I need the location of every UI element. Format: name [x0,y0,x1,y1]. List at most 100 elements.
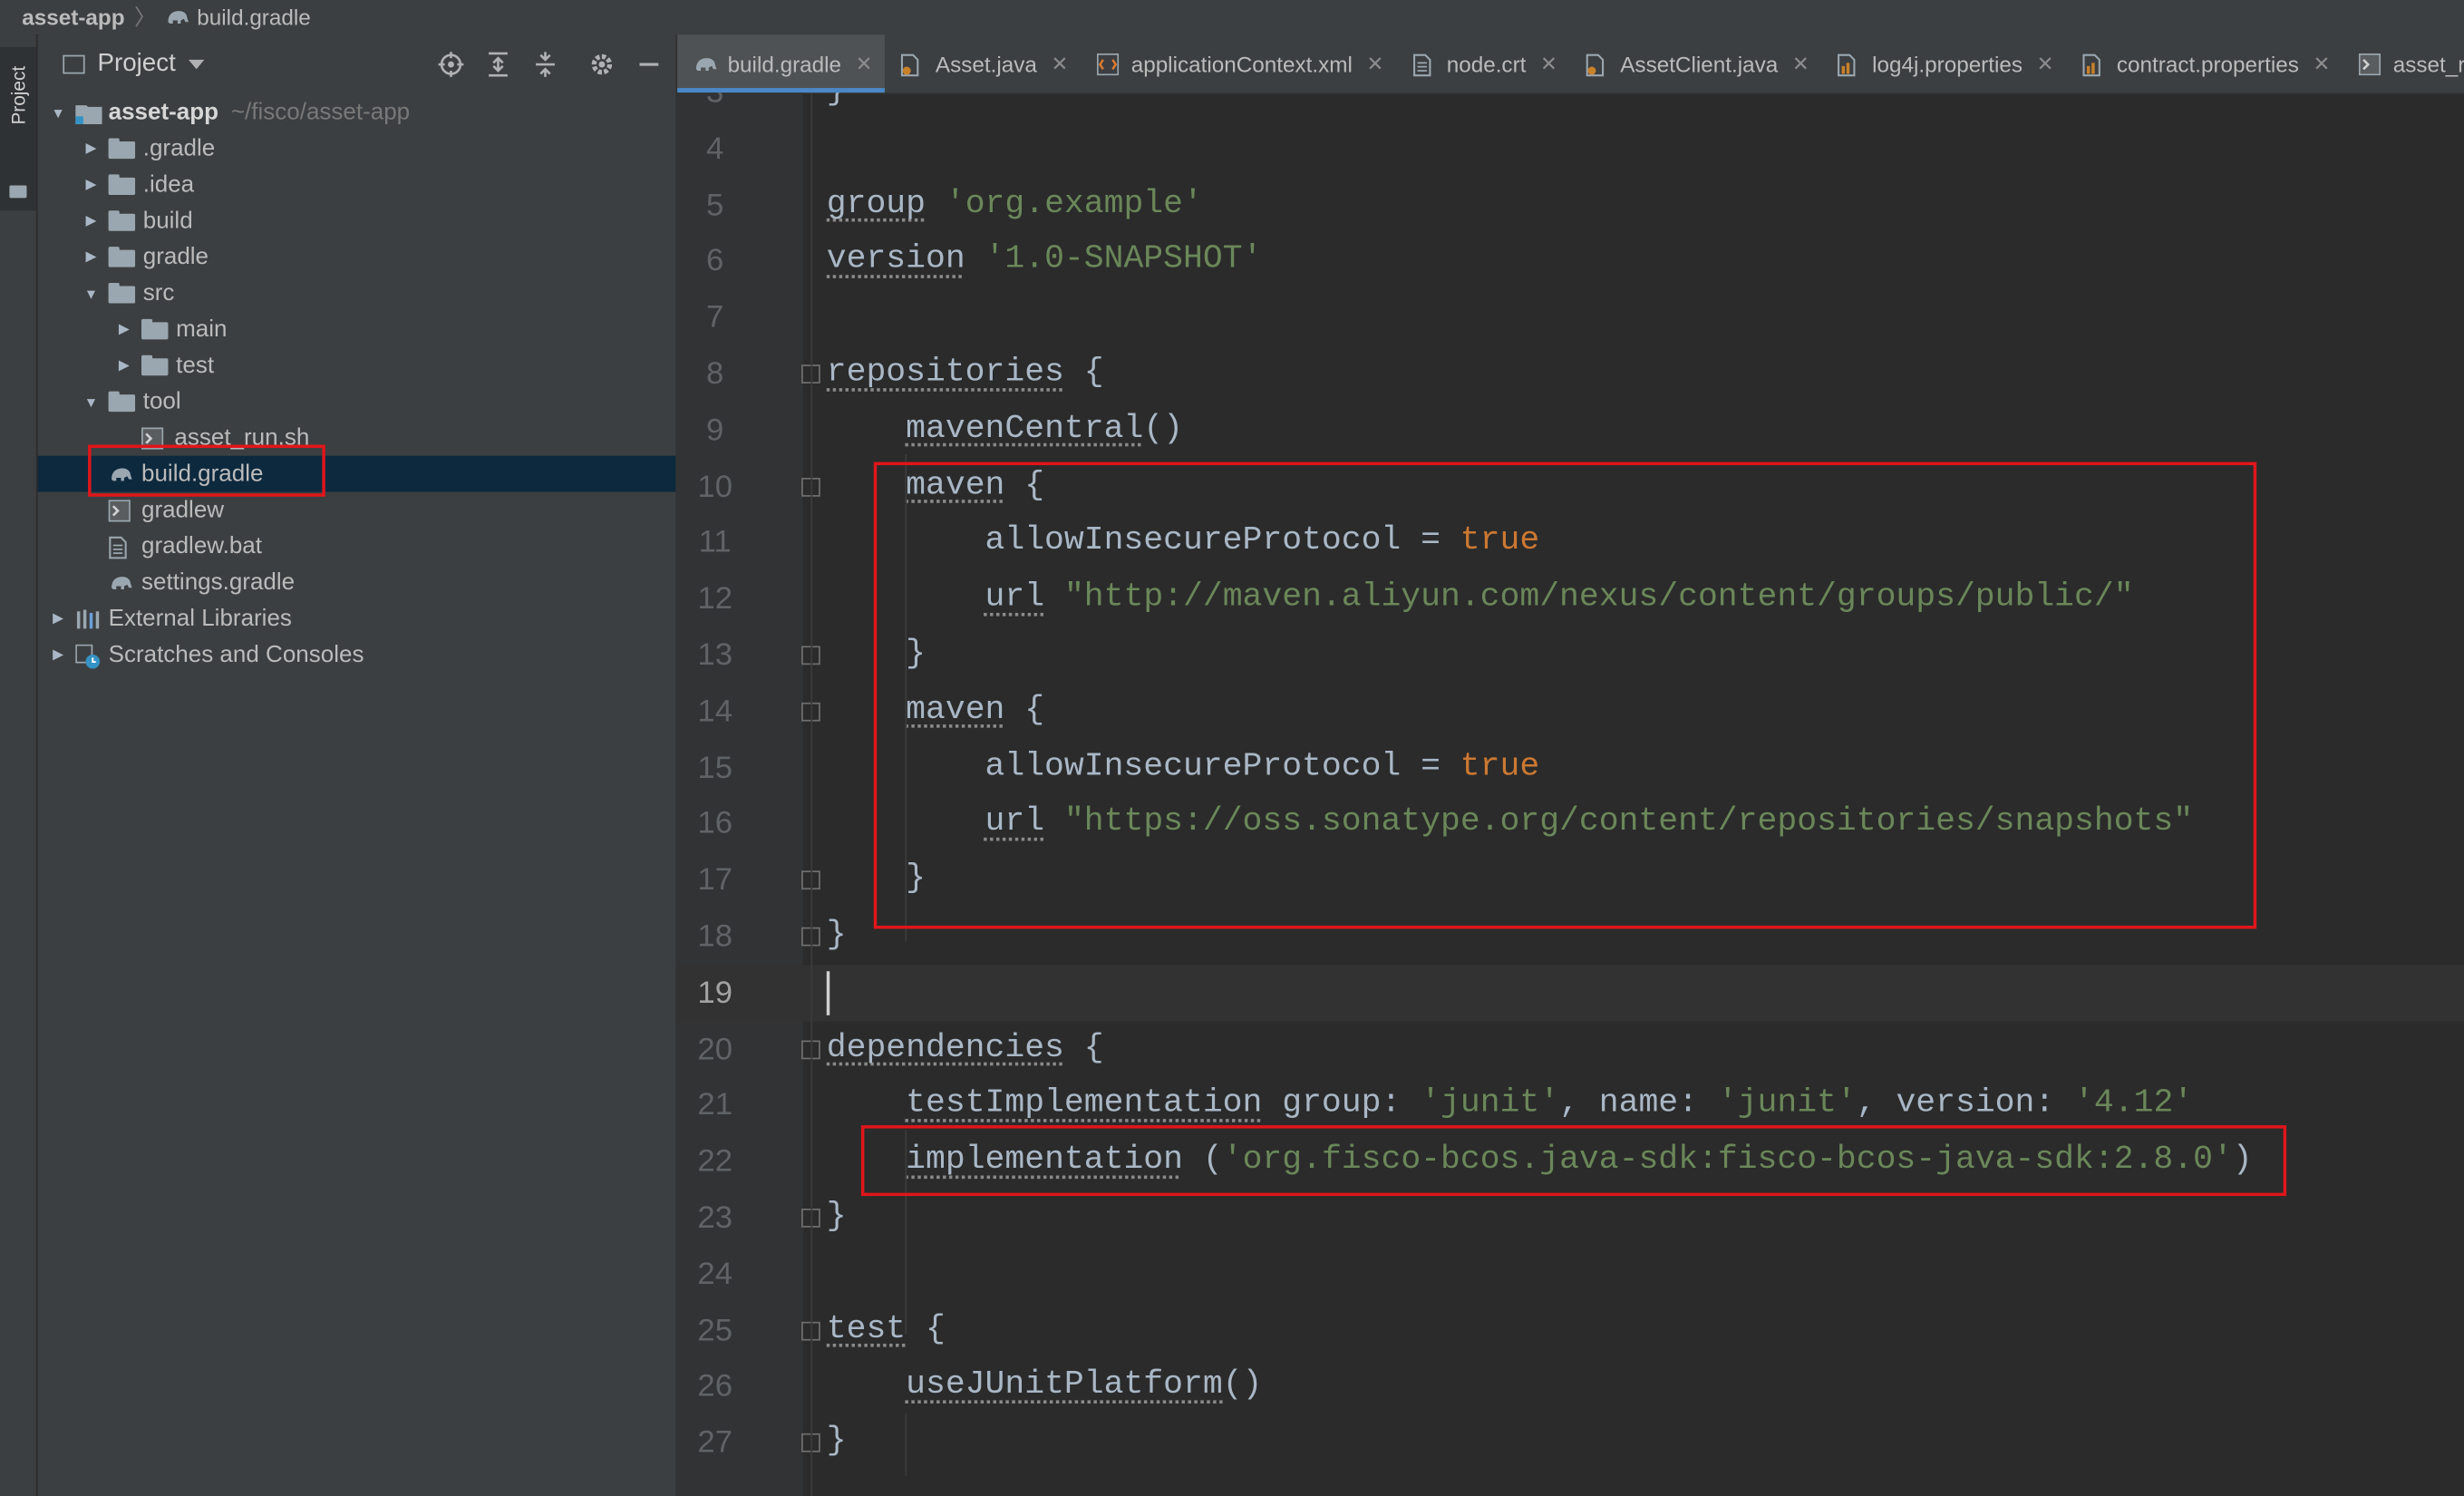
chevron-right-icon[interactable]: ▶ [50,646,65,663]
tree-item-build-gradle[interactable]: build.gradle [37,455,676,492]
breadcrumb-project[interactable]: asset-app [22,5,124,30]
chevron-down-icon[interactable]: ▼ [83,393,99,409]
code-line[interactable]: 24 [677,1246,2464,1302]
code-line[interactable]: 5 group 'org.example' [677,177,2464,233]
tab-asset-run-sh[interactable]: asset_run.sh [2343,34,2464,92]
module-folder-icon [75,102,102,124]
libraries-icon [75,607,101,629]
code-line[interactable]: 25 test { [677,1302,2464,1358]
shell-script-icon [2358,53,2381,75]
tab-log4j-properties[interactable]: log4j.properties ✕ [1822,34,2067,92]
chevron-right-icon[interactable]: ▶ [83,176,99,193]
code-line[interactable]: 3} [677,92,2464,121]
folder-icon [9,185,27,199]
code-line[interactable]: 7 [677,289,2464,345]
close-icon[interactable]: ✕ [2313,51,2330,76]
indent-guide [905,1413,907,1476]
tree-item-scratches[interactable]: ▶ Scratches and Consoles [38,636,676,673]
project-view-selector[interactable]: Project [97,50,175,78]
tab-label: node.crt [1446,51,1527,77]
collapse-all-icon[interactable] [531,50,559,78]
code-plain [1044,580,1064,617]
chevron-right-icon[interactable]: ▶ [83,140,99,157]
close-icon[interactable]: ✕ [1540,51,1557,76]
code-line[interactable]: 19 [677,964,2464,1022]
tab-asset-java[interactable]: Asset.java ✕ [885,34,1081,92]
line-number: 19 [697,976,732,1011]
code-identifier: useJUnitPlatform [906,1367,1223,1404]
code-line[interactable]: 9 mavenCentral() [677,402,2464,458]
code-line[interactable]: 20 dependencies { [677,1021,2464,1077]
chevron-down-icon[interactable]: ▼ [50,104,65,120]
code-text: allowInsecureProtocol = true [827,514,1540,570]
tree-item-label: asset-app [108,99,218,126]
tree-item-test[interactable]: ▶ test [38,347,676,384]
code-line[interactable]: 22 implementation ('org.fisco-bcos.java-… [677,1133,2464,1190]
code-line[interactable]: 26 useJUnitPlatform() [677,1358,2464,1414]
code-line[interactable]: 18} [677,908,2464,965]
close-icon[interactable]: ✕ [1366,51,1383,76]
breadcrumb-file-label: build.gradle [197,5,311,30]
code-text: allowInsecureProtocol = true [827,740,1540,796]
tree-item-gradlew-bat[interactable]: gradlew.bat [38,528,676,564]
chevron-down-icon[interactable]: ▼ [83,286,99,301]
chevron-right-icon[interactable]: ▶ [83,212,99,229]
code-line[interactable]: 10 maven { [677,458,2464,514]
chevron-down-icon[interactable] [188,59,204,70]
locate-file-icon[interactable] [437,50,465,78]
tree-item-gradle-dir[interactable]: ▶ .gradle [38,131,676,167]
code-line[interactable]: 15 allowInsecureProtocol = true [677,740,2464,796]
tree-item-main[interactable]: ▶ main [38,311,676,347]
project-view-icon [63,54,85,74]
code-line[interactable]: 8 repositories { [677,345,2464,402]
code-line[interactable]: 14 maven { [677,684,2464,740]
ide-window: asset-app 〉 build.gradle Project Project [0,0,2464,1496]
chevron-right-icon[interactable]: ▶ [83,248,99,266]
close-icon[interactable]: ✕ [1792,51,1809,76]
chevron-right-icon[interactable]: ▶ [50,610,65,627]
project-tool-button[interactable]: Project [0,47,36,211]
code-text: repositories { [827,345,1104,402]
tree-item-gradle[interactable]: ▶ gradle [38,238,676,275]
tree-item-tool[interactable]: ▼ tool [38,384,676,420]
code-plain: () [1143,411,1184,448]
tab-contract-properties[interactable]: contract.properties ✕ [2066,34,2343,92]
breadcrumb-file[interactable]: build.gradle [166,5,311,30]
close-icon[interactable]: ✕ [2037,51,2054,76]
code-line[interactable]: 17 } [677,852,2464,908]
chevron-right-icon[interactable]: ▶ [116,321,131,338]
expand-all-icon[interactable] [484,50,512,78]
code-plain: { [1004,467,1045,504]
tree-item-idea[interactable]: ▶ .idea [38,167,676,203]
code-line[interactable]: 21 testImplementation group: 'junit', na… [677,1077,2464,1133]
chevron-right-icon[interactable]: ▶ [116,356,131,374]
code-text: } [827,1414,847,1471]
tree-item-settings-gradle[interactable]: settings.gradle [38,564,676,600]
tree-item-src[interactable]: ▼ src [38,275,676,311]
tab-build-gradle[interactable]: build.gradle ✕ [677,34,886,93]
code-line[interactable]: 6 version '1.0-SNAPSHOT' [677,233,2464,289]
code-line[interactable]: 13 } [677,627,2464,684]
code-line[interactable]: 11 allowInsecureProtocol = true [677,514,2464,570]
tree-item-build[interactable]: ▶ build [38,203,676,239]
tree-item-asset-run[interactable]: asset_run.sh [38,420,676,456]
tree-item-root[interactable]: ▼ asset-app ~/fisco/asset-app [38,94,676,131]
close-icon[interactable]: ✕ [1051,51,1068,76]
tab-node-crt[interactable]: node.crt ✕ [1396,34,1570,92]
code-plain: { [1004,693,1045,729]
code-area[interactable]: 3} 4 5 group 'org.example' 6 version '1.0-SNA… [677,92,2464,1496]
tree-item-gradlew[interactable]: gradlew [38,492,676,529]
code-line[interactable]: 4 [677,121,2464,177]
close-icon[interactable]: ✕ [856,51,873,76]
code-line[interactable]: 12 url "http://maven.aliyun.com/nexus/co… [677,571,2464,627]
code-line[interactable]: 23} [677,1190,2464,1246]
tab-assetclient-java[interactable]: AssetClient.java ✕ [1570,34,1822,92]
tree-item-external-libs[interactable]: ▶ External Libraries [38,600,676,636]
minimize-icon[interactable] [635,50,663,78]
gear-icon[interactable] [587,50,616,78]
line-number: 27 [697,1425,732,1461]
code-string: 'org.fisco-bcos.java-sdk:fisco-bcos-java… [1222,1142,2233,1180]
code-line[interactable]: 27} [677,1414,2464,1471]
code-line[interactable]: 16 url "https://oss.sonatype.org/content… [677,796,2464,852]
tab-applicationcontext-xml[interactable]: applicationContext.xml ✕ [1081,34,1396,92]
